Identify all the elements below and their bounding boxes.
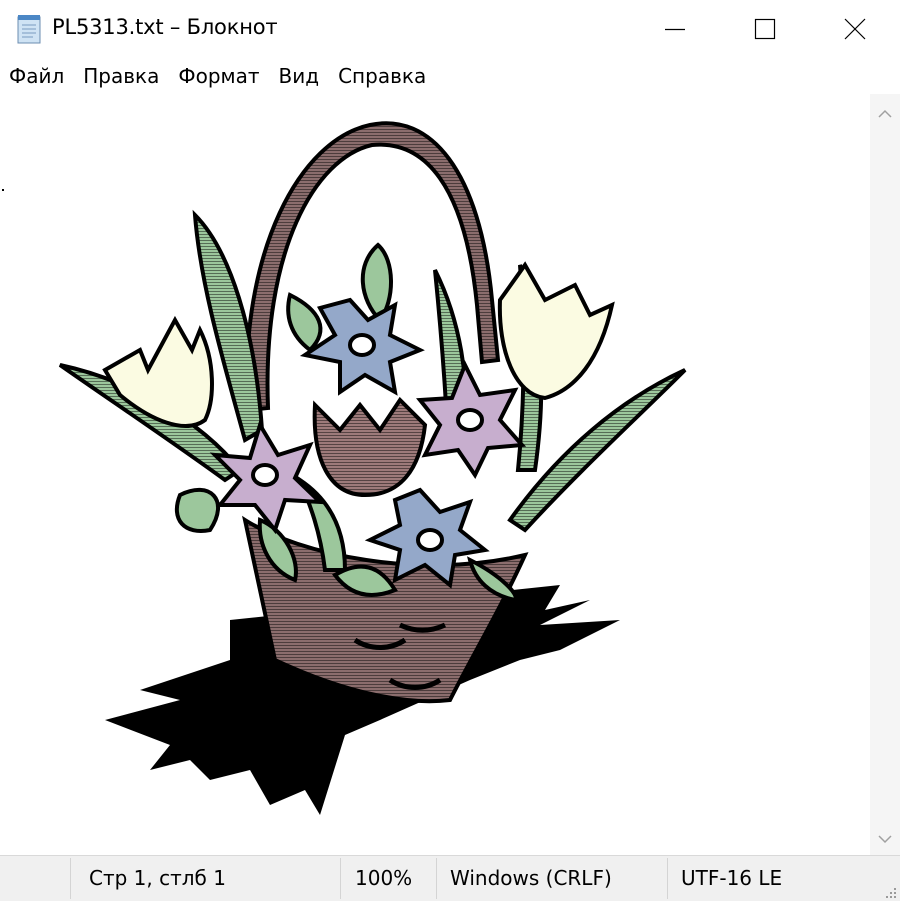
text-editor-area[interactable] bbox=[0, 94, 870, 855]
status-bar: Стр 1, стлб 1 100% Windows (CRLF) UTF-16… bbox=[0, 855, 900, 901]
window-title: PL5313.txt – Блокнот bbox=[52, 15, 278, 39]
title-bar: PL5313.txt – Блокнот bbox=[0, 0, 900, 58]
close-button[interactable] bbox=[810, 0, 900, 58]
status-separator bbox=[436, 858, 437, 899]
resize-grip-icon[interactable] bbox=[883, 884, 897, 898]
menu-edit[interactable]: Правка bbox=[74, 58, 167, 94]
leaf bbox=[286, 292, 323, 353]
vertical-scrollbar[interactable] bbox=[870, 94, 900, 855]
scroll-down-icon[interactable] bbox=[877, 831, 893, 847]
close-icon bbox=[844, 18, 866, 40]
status-line-endings: Windows (CRLF) bbox=[450, 866, 612, 890]
maximize-button[interactable] bbox=[720, 0, 810, 58]
minimize-icon bbox=[665, 28, 685, 31]
status-position: Стр 1, стлб 1 bbox=[89, 866, 226, 890]
menu-help[interactable]: Справка bbox=[329, 58, 434, 94]
text-caret bbox=[2, 189, 4, 191]
flower-basket-art bbox=[58, 121, 687, 815]
menu-format[interactable]: Формат bbox=[169, 58, 267, 94]
status-separator bbox=[70, 858, 71, 899]
menu-bar: Файл Правка Формат Вид Справка bbox=[0, 58, 900, 94]
maximize-icon bbox=[754, 18, 776, 40]
scroll-up-icon[interactable] bbox=[877, 106, 893, 122]
menu-view[interactable]: Вид bbox=[270, 58, 328, 94]
status-separator bbox=[340, 858, 341, 899]
status-encoding: UTF-16 LE bbox=[681, 866, 783, 890]
notepad-icon bbox=[15, 14, 43, 44]
leaf bbox=[174, 488, 221, 533]
tulip-cream-left bbox=[102, 315, 214, 428]
menu-file[interactable]: Файл bbox=[0, 58, 72, 94]
minimize-button[interactable] bbox=[630, 0, 720, 58]
status-separator bbox=[667, 858, 668, 899]
status-zoom: 100% bbox=[355, 866, 413, 890]
tulip-cream-right bbox=[497, 261, 615, 401]
